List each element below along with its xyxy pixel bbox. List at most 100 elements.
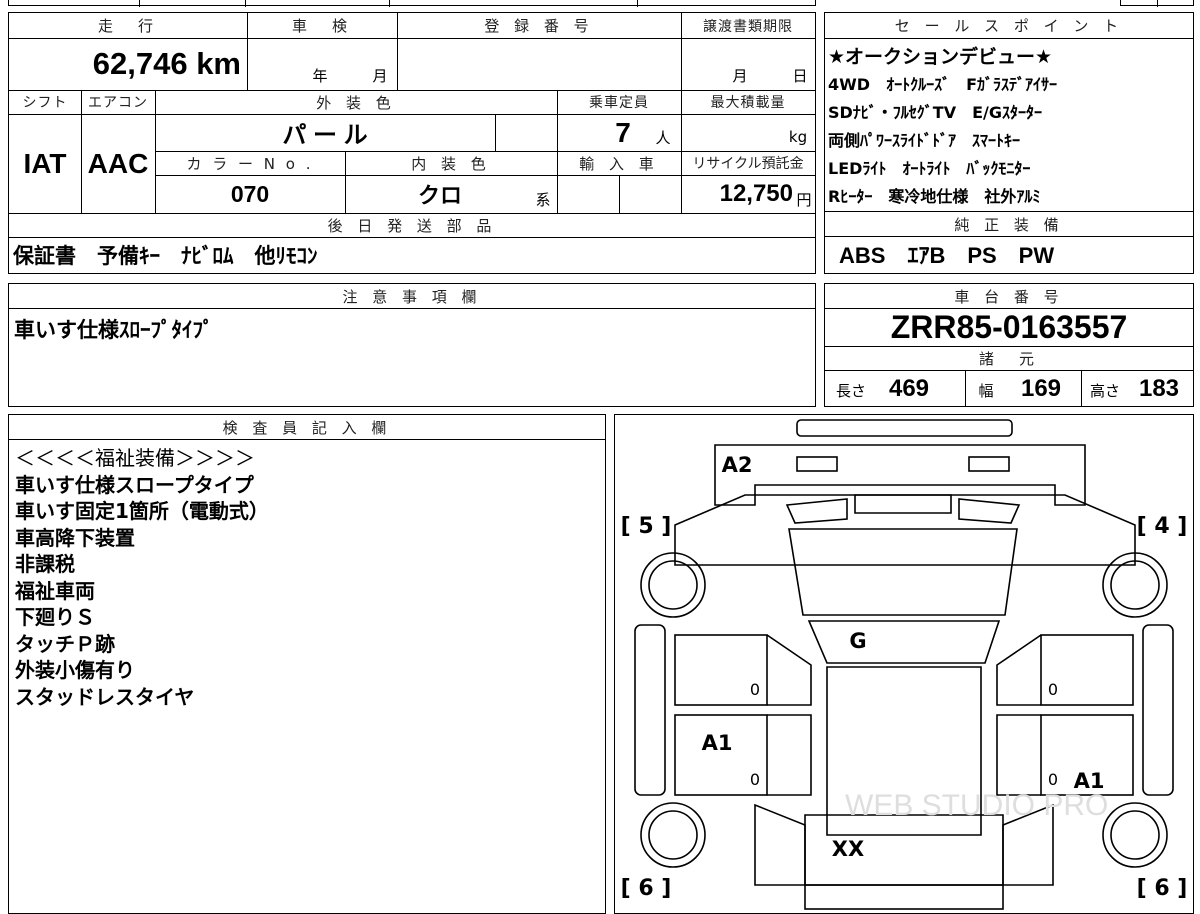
sales-point-line: Rﾋｰﾀｰ 寒冷地仕様 社外ｱﾙﾐ	[828, 187, 1041, 206]
left-fender	[634, 624, 666, 796]
damage-mark-rear: XX	[831, 837, 865, 861]
sales-point-line: SDﾅﾋﾞ・ﾌﾙｾｸﾞTV E/Gｽﾀｰﾀｰ	[828, 103, 1043, 122]
capacity-unit: 人	[655, 128, 671, 147]
recycle-header: リサイクル預託金	[692, 156, 804, 172]
inspector-panel: 検 査 員 記 入 欄 ＜＜＜＜福祉装備＞＞＞＞ 車いす仕様スロープタイプ 車い…	[8, 414, 606, 914]
transfer-deadline-header: 譲渡書類期限	[703, 18, 793, 35]
damage-mark-right-side: A1	[1073, 769, 1105, 793]
chassis-header: 車 台 番 号	[954, 287, 1064, 306]
recycle-value: 12,750	[719, 180, 793, 207]
sales-points-panel: セ ー ル ス ポ イ ン ト ★オークションデビュー★ 4WD ｵｰﾄｸﾙｰｽ…	[824, 12, 1194, 212]
tire-front-left-label: [ 5 ]	[620, 513, 672, 539]
inspector-note: 車いす仕様スロープタイプ	[15, 472, 254, 497]
mileage-value: 62,746 km	[92, 46, 241, 81]
genuine-equipment-value: ABS ｴｱB PS PW	[839, 243, 1055, 268]
inspector-note: 下廻りＳ	[15, 605, 95, 629]
sales-points-list: ★オークションデビュー★ 4WD ｵｰﾄｸﾙｰｽﾞ Fｶﾞﾗｽﾃﾞｱｲｻｰ SD…	[828, 43, 1057, 211]
notes-panel: 注 意 事 項 欄 車いす仕様ｽﾛｰﾌﾟﾀｲﾌﾟ	[8, 283, 816, 407]
ac-header: エアコン	[88, 95, 148, 111]
tire-rear-left-label: [ 6 ]	[620, 875, 672, 901]
exterior-color-value: パ ー ル	[282, 122, 368, 149]
front-tab	[796, 419, 1013, 437]
damage-diagram-panel: WEB STUDIO PRO [ 5 ] [ 4 ] [ 6 ] [ 6 ] A…	[614, 414, 1194, 914]
max-load-header: 最大積載量	[710, 95, 786, 111]
width-value: 169	[1020, 375, 1062, 402]
tire-front-right-label: [ 4 ]	[1136, 513, 1188, 539]
rear-bumper	[804, 884, 1004, 910]
tire-rear-right-label: [ 6 ]	[1136, 875, 1188, 901]
registration-header: 登 録 番 号	[484, 17, 594, 35]
inspector-note: 車いす固定1箇所（電動式）	[15, 499, 269, 523]
genuine-equipment-panel: 純 正 装 備 ABS ｴｱB PS PW	[824, 212, 1194, 274]
max-load-unit: kg	[788, 128, 808, 146]
inspector-note: 外装小傷有り	[15, 658, 135, 682]
panel-zero: 0	[749, 769, 761, 789]
genuine-equipment-header: 純 正 装 備	[954, 215, 1064, 234]
mileage-header: 走 行	[97, 17, 158, 35]
inspector-note: 福祉車両	[15, 578, 95, 603]
interior-unit: 系	[535, 190, 551, 209]
vehicle-info-table: 走 行 車 検 登 録 番 号 譲渡書類期限 62,746 km 年 月 月 日…	[8, 12, 816, 274]
height-label: 高さ	[1089, 381, 1120, 400]
inspector-notes-list: ＜＜＜＜福祉装備＞＞＞＞ 車いす仕様スロープタイプ 車いす固定1箇所（電動式） …	[15, 445, 269, 710]
ac-value: AAC	[87, 147, 149, 179]
height-value: 183	[1138, 375, 1180, 402]
panel-zero: 0	[749, 679, 761, 699]
interior-value: クロ	[417, 183, 462, 208]
length-value: 469	[888, 375, 930, 402]
top-strip	[8, 0, 816, 7]
sales-point-line: 4WD ｵｰﾄｸﾙｰｽﾞ Fｶﾞﾗｽﾃﾞｱｲｻｰ	[828, 75, 1057, 94]
exterior-color-header: 外 装 色	[316, 93, 396, 112]
inspector-note: ＜＜＜＜福祉装備＞＞＞＞	[15, 446, 255, 470]
grille	[854, 494, 952, 514]
hood	[788, 528, 1018, 616]
front-wheel-left	[640, 552, 706, 618]
top-strip-right	[1120, 0, 1194, 7]
shift-value: IAT	[23, 147, 67, 179]
inspector-header: 検 査 員 記 入 欄	[222, 418, 392, 437]
notes-value: 車いす仕様ｽﾛｰﾌﾟﾀｲﾌﾟ	[14, 319, 214, 342]
rear-wheel-right	[1102, 802, 1168, 868]
inspector-note: 車高降下装置	[15, 525, 135, 550]
inspector-note: タッチＰ跡	[15, 631, 115, 656]
windshield	[807, 620, 1001, 664]
vehicle-damage-diagram: WEB STUDIO PRO	[634, 419, 1174, 910]
transfer-day-label: 日	[792, 66, 808, 85]
inspection-year-label: 年	[312, 66, 328, 85]
front-bumper	[714, 444, 1086, 506]
inspection-header: 車 検	[291, 17, 352, 35]
notes-header: 注 意 事 項 欄	[342, 287, 482, 306]
right-fender	[1142, 624, 1174, 796]
import-header: 輸 入 車	[579, 154, 659, 173]
damage-mark-left-side: A1	[701, 731, 733, 755]
inspection-month-label: 月	[372, 66, 388, 85]
sales-points-header: セ ー ル ス ポ イ ン ト	[894, 17, 1124, 35]
panel-zero: 0	[1047, 679, 1059, 699]
sales-point-line: 両側ﾊﾟﾜｰｽﾗｲﾄﾞﾄﾞｱ ｽﾏｰﾄｷｰ	[828, 131, 1021, 150]
recycle-unit: 円	[796, 190, 812, 209]
inspector-note: スタッドレスタイヤ	[15, 684, 195, 709]
length-label: 長さ	[835, 381, 866, 400]
front-bumper-light-right	[968, 456, 1010, 472]
later-parts-header: 後 日 発 送 部 品	[327, 216, 497, 235]
front-bumper-light-left	[796, 456, 838, 472]
interior-header: 内 装 色	[411, 154, 491, 173]
sales-point-line: ★オークションデビュー★	[828, 46, 1053, 68]
chassis-number: ZRR85-0163557	[890, 308, 1128, 345]
headlight-right	[958, 498, 1021, 524]
damage-mark-roof: G	[849, 629, 867, 653]
headlight-left	[785, 498, 848, 524]
capacity-value: 7	[615, 116, 631, 148]
sales-point-line: LEDﾗｲﾄ ｵｰﾄﾗｲﾄ ﾊﾞｯｸﾓﾆﾀｰ	[828, 159, 1031, 178]
transfer-month-label: 月	[732, 66, 748, 85]
chassis-panel: 車 台 番 号 ZRR85-0163557 諸 元 長さ 469 幅 169 高…	[824, 283, 1194, 407]
panel-zero: 0	[1047, 769, 1059, 789]
later-parts-value: 保証書 予備ｷｰ ﾅﾋﾞﾛﾑ 他ﾘﾓｺﾝ	[13, 245, 318, 268]
damage-mark-bumper: A2	[721, 453, 753, 477]
color-no-header: カ ラ ー N o .	[186, 154, 314, 173]
rear-wheel-left	[640, 802, 706, 868]
shift-header: シフト	[22, 95, 68, 111]
width-label: 幅	[978, 381, 994, 400]
capacity-header: 乗車定員	[589, 95, 649, 111]
inspector-note: 非課税	[15, 552, 75, 576]
